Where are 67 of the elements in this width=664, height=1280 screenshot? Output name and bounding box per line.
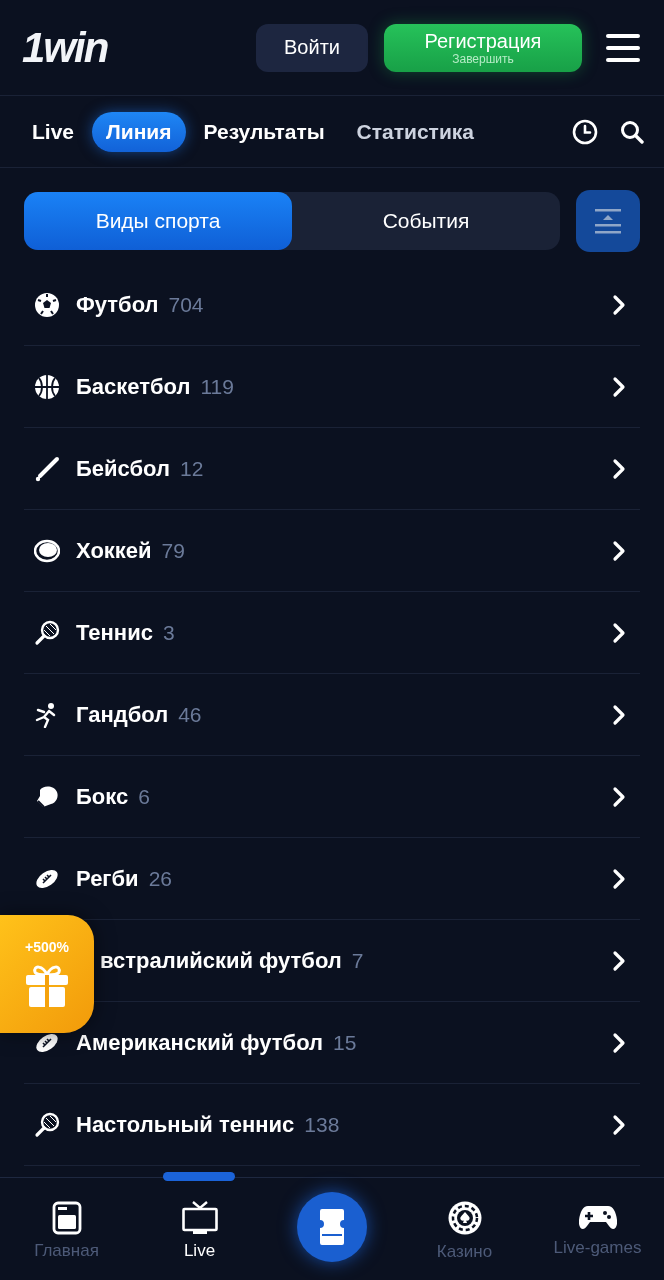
tab[interactable]: Результаты [189, 111, 339, 152]
nav-item[interactable]: Live [133, 1178, 266, 1280]
search-icon[interactable] [620, 119, 644, 144]
chevron-right-icon [612, 785, 626, 808]
sport-name: Бейсбол [76, 455, 170, 482]
tab[interactable]: Статистика [342, 111, 480, 152]
clock-icon[interactable] [572, 118, 598, 145]
chevron-right-icon [612, 1031, 626, 1054]
sport-name: Регби [76, 865, 139, 892]
segment-tab[interactable]: События [292, 192, 560, 250]
event-count: 7 [351, 948, 364, 973]
sport-name: Теннис [76, 619, 153, 646]
sport-row[interactable]: Настольный теннис 138 [24, 1084, 640, 1166]
event-count: 119 [200, 374, 234, 399]
ticket-icon [319, 1208, 345, 1246]
chevron-right-icon [612, 949, 626, 972]
sport-name: Баскетбол [76, 373, 191, 400]
sport-row[interactable]: Гандбол 46 [24, 674, 640, 756]
puck-icon [34, 537, 60, 564]
sport-row[interactable]: Баскетбол 119 [24, 346, 640, 428]
sport-name: Гандбол [76, 701, 169, 728]
chevron-right-icon [612, 539, 626, 562]
racket-icon [34, 1111, 60, 1138]
segment-tab[interactable]: Виды спорта [24, 192, 292, 250]
event-count: 138 [304, 1112, 340, 1137]
sport-row[interactable]: Бокс 6 [24, 756, 640, 838]
chevron-right-icon [612, 1113, 626, 1136]
racket-icon [34, 619, 60, 646]
sport-name: Настольный теннис [76, 1111, 295, 1138]
chevron-right-icon [612, 703, 626, 726]
tab[interactable]: Live [18, 111, 89, 152]
sport-name: Бокс [76, 783, 129, 810]
boxing-glove-icon [34, 783, 60, 810]
soccer-ball-icon [34, 291, 60, 318]
event-count: 12 [180, 456, 204, 481]
sport-row[interactable]: Бейсбол 12 [24, 428, 640, 510]
sport-row[interactable]: Хоккей 79 [24, 510, 640, 592]
home-icon [51, 1200, 82, 1235]
event-count: 704 [168, 292, 204, 317]
baseball-bat-icon [34, 455, 60, 482]
collapse-icon [595, 207, 621, 235]
poker-chip-icon [446, 1199, 483, 1236]
basketball-icon [34, 373, 60, 400]
event-count: 46 [178, 702, 202, 727]
event-count: 26 [148, 866, 172, 891]
bet-slip-button[interactable] [297, 1192, 367, 1262]
chevron-right-icon [612, 867, 626, 890]
tv-icon [181, 1200, 218, 1235]
sport-row[interactable]: Футбол 704 [24, 264, 640, 346]
event-count: 79 [161, 538, 185, 563]
sport-name: встралийский футбол [100, 947, 342, 974]
event-count: 6 [138, 784, 150, 809]
chevron-right-icon [612, 621, 626, 644]
logo[interactable]: 1win [22, 23, 108, 72]
gamepad-icon [578, 1203, 617, 1232]
menu-icon[interactable] [606, 32, 640, 63]
sport-name: Хоккей [76, 537, 152, 564]
sport-row[interactable]: Теннис 3 [24, 592, 640, 674]
chevron-right-icon [612, 375, 626, 398]
event-count: 3 [162, 620, 175, 645]
login-button[interactable]: Войти [256, 23, 368, 72]
sport-name: Футбол [76, 291, 159, 318]
collapse-button[interactable] [576, 190, 640, 252]
event-count: 15 [333, 1030, 357, 1055]
tab[interactable]: Линия [92, 111, 186, 152]
chevron-right-icon [612, 457, 626, 480]
chevron-right-icon [612, 293, 626, 316]
